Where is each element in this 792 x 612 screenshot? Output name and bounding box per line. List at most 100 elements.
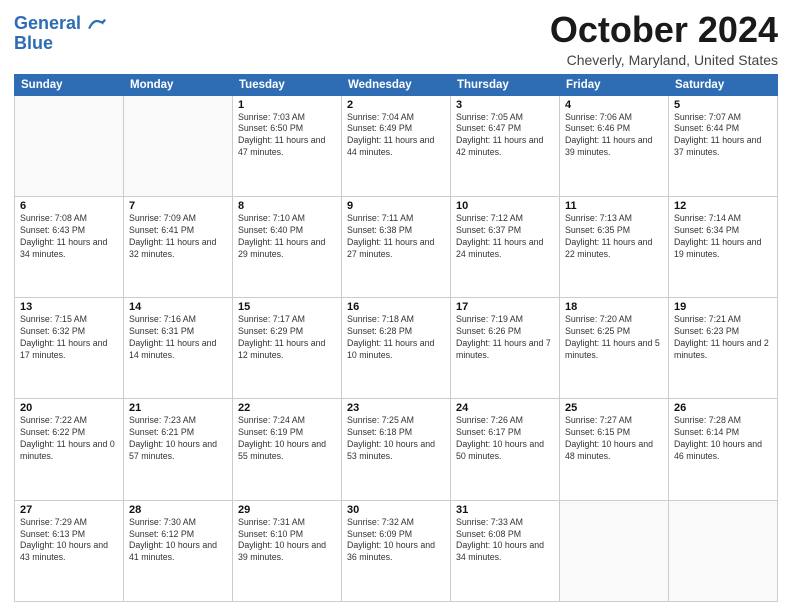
day-cell: 17Sunrise: 7:19 AMSunset: 6:26 PMDayligh… — [451, 298, 560, 399]
day-number: 8 — [238, 200, 336, 212]
day-number: 31 — [456, 504, 554, 516]
day-detail: Sunrise: 7:04 AMSunset: 6:49 PMDaylight:… — [347, 112, 445, 160]
day-cell: 4Sunrise: 7:06 AMSunset: 6:46 PMDaylight… — [560, 95, 669, 196]
week-row-4: 20Sunrise: 7:22 AMSunset: 6:22 PMDayligh… — [15, 399, 778, 500]
day-cell: 18Sunrise: 7:20 AMSunset: 6:25 PMDayligh… — [560, 298, 669, 399]
day-detail: Sunrise: 7:25 AMSunset: 6:18 PMDaylight:… — [347, 415, 445, 463]
day-cell: 26Sunrise: 7:28 AMSunset: 6:14 PMDayligh… — [669, 399, 778, 500]
day-cell — [15, 95, 124, 196]
day-cell — [124, 95, 233, 196]
day-detail: Sunrise: 7:06 AMSunset: 6:46 PMDaylight:… — [565, 112, 663, 160]
day-detail: Sunrise: 7:05 AMSunset: 6:47 PMDaylight:… — [456, 112, 554, 160]
day-detail: Sunrise: 7:29 AMSunset: 6:13 PMDaylight:… — [20, 517, 118, 565]
day-cell — [560, 500, 669, 601]
day-detail: Sunrise: 7:03 AMSunset: 6:50 PMDaylight:… — [238, 112, 336, 160]
day-cell: 13Sunrise: 7:15 AMSunset: 6:32 PMDayligh… — [15, 298, 124, 399]
day-number: 30 — [347, 504, 445, 516]
day-number: 13 — [20, 301, 118, 313]
page: General Blue October 2024 Cheverly, Mary… — [0, 0, 792, 612]
weekday-tuesday: Tuesday — [233, 74, 342, 95]
day-cell: 23Sunrise: 7:25 AMSunset: 6:18 PMDayligh… — [342, 399, 451, 500]
weekday-header-row: SundayMondayTuesdayWednesdayThursdayFrid… — [15, 74, 778, 95]
day-number: 16 — [347, 301, 445, 313]
title-block: October 2024 Cheverly, Maryland, United … — [550, 10, 778, 68]
day-number: 17 — [456, 301, 554, 313]
weekday-friday: Friday — [560, 74, 669, 95]
day-number: 18 — [565, 301, 663, 313]
day-detail: Sunrise: 7:22 AMSunset: 6:22 PMDaylight:… — [20, 415, 118, 463]
day-cell: 8Sunrise: 7:10 AMSunset: 6:40 PMDaylight… — [233, 196, 342, 297]
day-number: 14 — [129, 301, 227, 313]
day-number: 25 — [565, 402, 663, 414]
day-detail: Sunrise: 7:31 AMSunset: 6:10 PMDaylight:… — [238, 517, 336, 565]
day-cell: 20Sunrise: 7:22 AMSunset: 6:22 PMDayligh… — [15, 399, 124, 500]
day-cell: 3Sunrise: 7:05 AMSunset: 6:47 PMDaylight… — [451, 95, 560, 196]
logo-icon — [88, 15, 106, 33]
day-number: 4 — [565, 99, 663, 111]
day-cell: 19Sunrise: 7:21 AMSunset: 6:23 PMDayligh… — [669, 298, 778, 399]
day-detail: Sunrise: 7:07 AMSunset: 6:44 PMDaylight:… — [674, 112, 772, 160]
day-number: 6 — [20, 200, 118, 212]
day-cell: 31Sunrise: 7:33 AMSunset: 6:08 PMDayligh… — [451, 500, 560, 601]
day-cell: 12Sunrise: 7:14 AMSunset: 6:34 PMDayligh… — [669, 196, 778, 297]
day-cell: 1Sunrise: 7:03 AMSunset: 6:50 PMDaylight… — [233, 95, 342, 196]
day-cell: 5Sunrise: 7:07 AMSunset: 6:44 PMDaylight… — [669, 95, 778, 196]
day-number: 20 — [20, 402, 118, 414]
location: Cheverly, Maryland, United States — [550, 52, 778, 68]
day-detail: Sunrise: 7:28 AMSunset: 6:14 PMDaylight:… — [674, 415, 772, 463]
day-cell: 15Sunrise: 7:17 AMSunset: 6:29 PMDayligh… — [233, 298, 342, 399]
day-number: 23 — [347, 402, 445, 414]
day-number: 19 — [674, 301, 772, 313]
day-number: 22 — [238, 402, 336, 414]
day-detail: Sunrise: 7:33 AMSunset: 6:08 PMDaylight:… — [456, 517, 554, 565]
calendar: SundayMondayTuesdayWednesdayThursdayFrid… — [14, 74, 778, 602]
day-number: 21 — [129, 402, 227, 414]
day-number: 2 — [347, 99, 445, 111]
day-detail: Sunrise: 7:32 AMSunset: 6:09 PMDaylight:… — [347, 517, 445, 565]
day-cell: 28Sunrise: 7:30 AMSunset: 6:12 PMDayligh… — [124, 500, 233, 601]
day-detail: Sunrise: 7:20 AMSunset: 6:25 PMDaylight:… — [565, 314, 663, 362]
day-number: 29 — [238, 504, 336, 516]
day-cell: 27Sunrise: 7:29 AMSunset: 6:13 PMDayligh… — [15, 500, 124, 601]
day-detail: Sunrise: 7:08 AMSunset: 6:43 PMDaylight:… — [20, 213, 118, 261]
day-cell: 21Sunrise: 7:23 AMSunset: 6:21 PMDayligh… — [124, 399, 233, 500]
day-number: 15 — [238, 301, 336, 313]
day-cell: 11Sunrise: 7:13 AMSunset: 6:35 PMDayligh… — [560, 196, 669, 297]
day-number: 27 — [20, 504, 118, 516]
weekday-monday: Monday — [124, 74, 233, 95]
week-row-1: 1Sunrise: 7:03 AMSunset: 6:50 PMDaylight… — [15, 95, 778, 196]
day-detail: Sunrise: 7:26 AMSunset: 6:17 PMDaylight:… — [456, 415, 554, 463]
day-cell: 22Sunrise: 7:24 AMSunset: 6:19 PMDayligh… — [233, 399, 342, 500]
day-detail: Sunrise: 7:16 AMSunset: 6:31 PMDaylight:… — [129, 314, 227, 362]
logo: General Blue — [14, 14, 106, 54]
month-title: October 2024 — [550, 10, 778, 50]
logo-text: General — [14, 14, 106, 34]
day-cell: 30Sunrise: 7:32 AMSunset: 6:09 PMDayligh… — [342, 500, 451, 601]
day-detail: Sunrise: 7:12 AMSunset: 6:37 PMDaylight:… — [456, 213, 554, 261]
day-detail: Sunrise: 7:13 AMSunset: 6:35 PMDaylight:… — [565, 213, 663, 261]
week-row-3: 13Sunrise: 7:15 AMSunset: 6:32 PMDayligh… — [15, 298, 778, 399]
logo-text2: Blue — [14, 34, 106, 54]
day-detail: Sunrise: 7:17 AMSunset: 6:29 PMDaylight:… — [238, 314, 336, 362]
day-cell: 24Sunrise: 7:26 AMSunset: 6:17 PMDayligh… — [451, 399, 560, 500]
day-number: 28 — [129, 504, 227, 516]
day-detail: Sunrise: 7:11 AMSunset: 6:38 PMDaylight:… — [347, 213, 445, 261]
day-number: 9 — [347, 200, 445, 212]
week-row-2: 6Sunrise: 7:08 AMSunset: 6:43 PMDaylight… — [15, 196, 778, 297]
weekday-wednesday: Wednesday — [342, 74, 451, 95]
day-detail: Sunrise: 7:09 AMSunset: 6:41 PMDaylight:… — [129, 213, 227, 261]
day-number: 26 — [674, 402, 772, 414]
day-detail: Sunrise: 7:14 AMSunset: 6:34 PMDaylight:… — [674, 213, 772, 261]
day-number: 1 — [238, 99, 336, 111]
day-number: 5 — [674, 99, 772, 111]
day-detail: Sunrise: 7:27 AMSunset: 6:15 PMDaylight:… — [565, 415, 663, 463]
day-cell: 9Sunrise: 7:11 AMSunset: 6:38 PMDaylight… — [342, 196, 451, 297]
day-number: 11 — [565, 200, 663, 212]
day-detail: Sunrise: 7:18 AMSunset: 6:28 PMDaylight:… — [347, 314, 445, 362]
day-cell: 6Sunrise: 7:08 AMSunset: 6:43 PMDaylight… — [15, 196, 124, 297]
day-detail: Sunrise: 7:21 AMSunset: 6:23 PMDaylight:… — [674, 314, 772, 362]
day-cell: 25Sunrise: 7:27 AMSunset: 6:15 PMDayligh… — [560, 399, 669, 500]
day-number: 7 — [129, 200, 227, 212]
day-detail: Sunrise: 7:19 AMSunset: 6:26 PMDaylight:… — [456, 314, 554, 362]
day-cell: 2Sunrise: 7:04 AMSunset: 6:49 PMDaylight… — [342, 95, 451, 196]
